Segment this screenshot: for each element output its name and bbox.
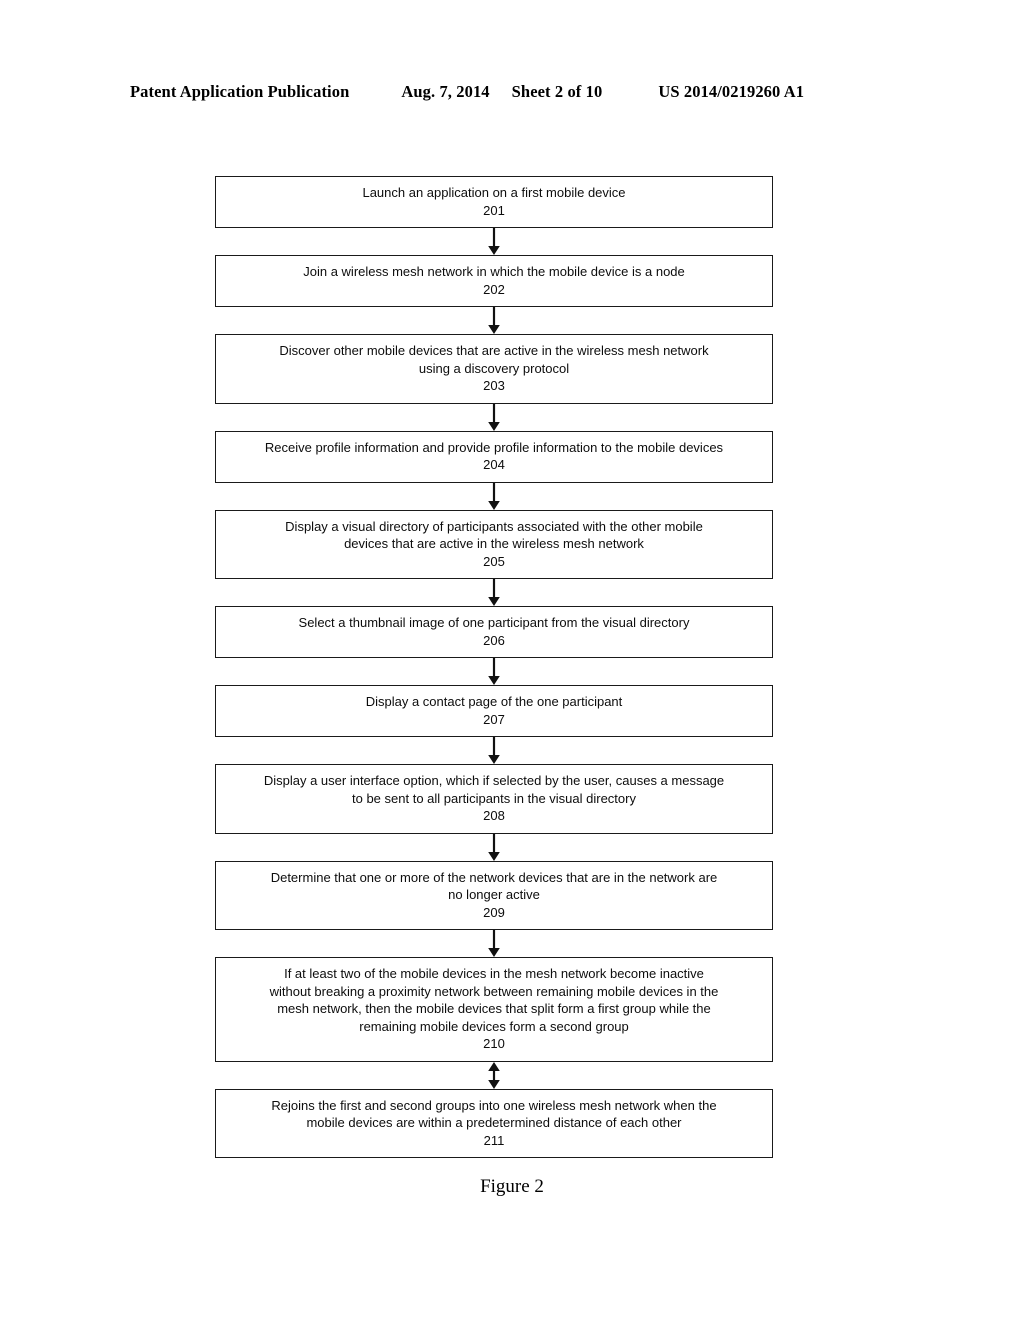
flow-box-reference-number: 211	[483, 1132, 505, 1148]
flow-box-text: Launch an application on a first mobile …	[362, 185, 626, 200]
header-patent-number: US 2014/0219260 A1	[658, 82, 805, 101]
flow-connector-208-to-209	[215, 833, 773, 861]
flow-box-209: Determine that one or more of the networ…	[215, 860, 773, 930]
flow-box-207: Display a contact page of the one partic…	[215, 685, 773, 737]
flow-box-text: Rejoins the first and second groups into…	[271, 1097, 717, 1131]
flow-box-reference-number: 210	[483, 1036, 505, 1051]
flow-connector-209-to-210	[215, 930, 773, 957]
flow-box-208: Display a user interface option, which i…	[215, 764, 773, 834]
flow-box-reference-number: 208	[483, 808, 505, 823]
flow-box-201: Launch an application on a first mobile …	[215, 176, 773, 228]
flow-box-reference-number: 206	[483, 632, 505, 648]
flow-box-reference-number: 201	[483, 202, 505, 218]
flow-box-reference-number: 204	[483, 457, 505, 472]
flow-box-text: If at least two of the mobile devices in…	[269, 966, 719, 1034]
flow-connector-206-to-207	[215, 658, 773, 685]
page-header: Patent Application Publication Aug. 7, 2…	[130, 82, 878, 102]
flow-box-text: Join a wireless mesh network in which th…	[303, 264, 685, 279]
flow-box-reference-number: 203	[483, 378, 505, 393]
flow-box-text: Discover other mobile devices that are a…	[279, 343, 709, 376]
header-publication-label: Patent Application Publication	[130, 82, 350, 101]
flow-box-text: Select a thumbnail image of one particip…	[298, 615, 690, 630]
flow-box-reference-number: 205	[483, 553, 505, 569]
flow-box-reference-number: 207	[483, 711, 505, 727]
flowchart-diagram: Launch an application on a first mobile …	[215, 176, 773, 1158]
flow-box-reference-number: 209	[483, 904, 505, 920]
flow-box-203: Discover other mobile devices that are a…	[215, 334, 773, 404]
header-sheet-label: Sheet 2 of 10	[511, 82, 603, 101]
flow-box-text: Display a contact page of the one partic…	[365, 694, 623, 709]
flow-connector-204-to-205	[215, 482, 773, 510]
flow-connector-207-to-208	[215, 737, 773, 764]
flow-box-text: Display a user interface option, which i…	[263, 773, 725, 806]
flow-box-text: Receive profile information and provide …	[264, 439, 724, 455]
flow-connector-201-to-202	[215, 228, 773, 255]
header-date-label: Aug. 7, 2014	[401, 82, 490, 101]
figure-caption: Figure 2	[480, 1176, 544, 1197]
flow-box-text: Determine that one or more of the networ…	[270, 869, 718, 903]
flow-box-210: If at least two of the mobile devices in…	[215, 957, 773, 1062]
flow-box-204: Receive profile information and provide …	[215, 430, 773, 483]
flow-connector-202-to-203	[215, 307, 773, 334]
flow-box-205: Display a visual directory of participan…	[215, 509, 773, 579]
flow-connector-203-to-204	[215, 403, 773, 431]
flow-box-reference-number: 202	[483, 281, 505, 297]
flow-connector-205-to-206	[215, 579, 773, 606]
flow-connector-210-to-211	[215, 1061, 773, 1089]
flow-box-211: Rejoins the first and second groups into…	[215, 1088, 773, 1158]
flow-box-text: Display a visual directory of participan…	[285, 518, 703, 552]
flow-box-206: Select a thumbnail image of one particip…	[215, 606, 773, 658]
flow-box-202: Join a wireless mesh network in which th…	[215, 255, 773, 307]
